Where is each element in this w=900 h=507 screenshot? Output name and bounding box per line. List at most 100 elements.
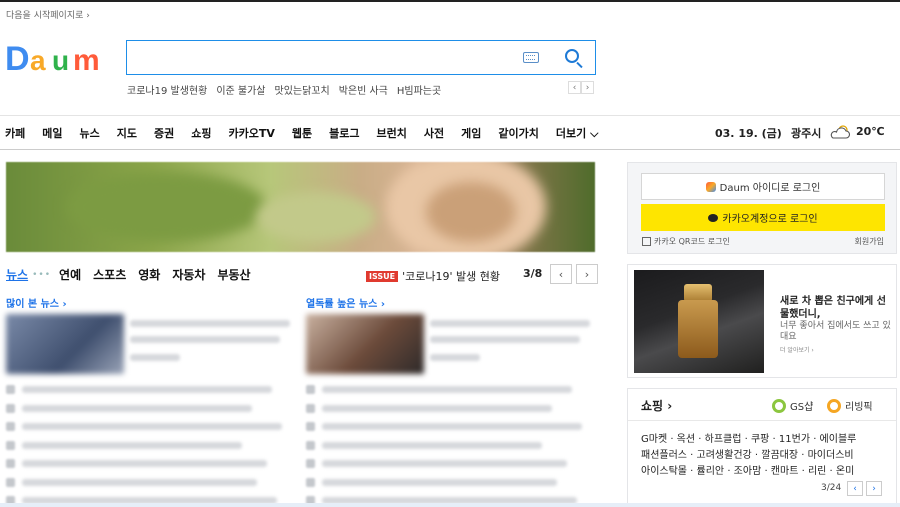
news-headline[interactable] bbox=[322, 478, 557, 486]
news-bullet bbox=[6, 477, 15, 487]
shopping-mall-row[interactable]: 패션플러스 · 고려생활건강 · 깔끔대장 · 마이더스비 bbox=[641, 446, 854, 461]
news-headline[interactable] bbox=[22, 441, 242, 449]
news-bullet bbox=[6, 440, 15, 450]
nav-item-game[interactable]: 게임 bbox=[461, 125, 481, 141]
trending-keyword[interactable]: 박은빈 사극 bbox=[339, 82, 388, 97]
news-bullet bbox=[306, 440, 315, 450]
signup-link[interactable]: 회원가입 bbox=[855, 236, 884, 247]
news-headline[interactable] bbox=[322, 423, 582, 430]
news-headline[interactable] bbox=[22, 386, 272, 393]
nav-item-cafe[interactable]: 카페 bbox=[5, 125, 25, 141]
most-commented-news-link[interactable]: 열독률 높은 뉴스 › bbox=[306, 295, 385, 310]
weather-city[interactable]: 광주시 bbox=[791, 125, 821, 141]
svg-text:D: D bbox=[5, 40, 30, 78]
shopping-prev-button[interactable]: ‹ bbox=[847, 481, 863, 496]
news-headline[interactable] bbox=[322, 460, 567, 467]
tab-news[interactable]: 뉴스 bbox=[6, 266, 28, 283]
nav-item-webtoon[interactable]: 웹툰 bbox=[292, 125, 312, 141]
news-headline[interactable] bbox=[130, 336, 280, 343]
daum-login-label: Daum 아이디로 로그인 bbox=[719, 183, 821, 194]
svg-text:m: m bbox=[73, 44, 100, 77]
shopping-next-button[interactable]: › bbox=[866, 481, 882, 496]
news-headline[interactable] bbox=[22, 460, 267, 467]
nav-item-dictionary[interactable]: 사전 bbox=[424, 125, 444, 141]
trending-nav: ‹ › bbox=[568, 81, 594, 94]
search-icon[interactable] bbox=[565, 49, 579, 63]
news-headline[interactable] bbox=[322, 404, 552, 412]
ad-title[interactable]: 새로 차 뽑은 친구에게 선물했더니, bbox=[780, 295, 892, 321]
trending-keyword[interactable]: 이준 불가살 bbox=[216, 82, 265, 97]
issue-nav: ‹ › bbox=[550, 264, 598, 284]
gs-shop-link[interactable]: GS샵 bbox=[772, 398, 813, 413]
tab-sports[interactable]: 스포츠 bbox=[93, 266, 126, 283]
qr-code-icon bbox=[642, 237, 651, 246]
nav-item-shopping[interactable]: 쇼핑 bbox=[191, 125, 211, 141]
trending-keyword[interactable]: 맛있는닭꼬치 bbox=[275, 82, 330, 97]
news-source bbox=[430, 354, 480, 361]
daum-d-icon bbox=[705, 181, 716, 192]
news-headline[interactable] bbox=[430, 336, 580, 343]
trending-keywords: 코로나19 발생현황 이준 불가살 맛있는닭꼬치 박은빈 사극 H빔파는곳 bbox=[127, 82, 441, 97]
trending-next-button[interactable]: › bbox=[581, 81, 594, 94]
news-headline[interactable] bbox=[130, 320, 290, 327]
nav-item-news[interactable]: 뉴스 bbox=[80, 125, 100, 141]
shopping-mall-row[interactable]: 아이스탁몰 · 률리안 · 조아맘 · 캔마트 · 리린 · 온미 bbox=[641, 462, 854, 477]
news-bullet bbox=[6, 422, 15, 431]
issue-page-count: 3/8 bbox=[523, 267, 543, 280]
side-ad[interactable]: 새로 차 뽑은 친구에게 선물했더니, 너무 좋아서 집에서도 쓰고 있대요 더… bbox=[627, 264, 897, 378]
nav-item-brunch[interactable]: 브런치 bbox=[377, 125, 407, 141]
tab-car[interactable]: 자동차 bbox=[172, 266, 205, 283]
shopping-title[interactable]: 쇼핑 › bbox=[641, 397, 672, 414]
top-banner-ad[interactable] bbox=[6, 162, 595, 252]
shopping-mall-row[interactable]: G마켓 · 옥션 · 하프클럽 · 쿠팡 · 11번가 · 에이블루 bbox=[641, 430, 856, 445]
kakao-login-button[interactable]: 카카오계정으로 로그인 bbox=[641, 204, 885, 231]
news-thumbnail[interactable] bbox=[306, 314, 424, 374]
news-headline[interactable] bbox=[22, 404, 252, 412]
news-headline[interactable] bbox=[322, 386, 572, 393]
nav-item-map[interactable]: 지도 bbox=[117, 125, 137, 141]
trending-prev-button[interactable]: ‹ bbox=[568, 81, 581, 94]
service-navbar: 카페 메일 뉴스 지도 증권 쇼핑 카카오TV 웹툰 블로그 브런치 사전 게임… bbox=[0, 115, 900, 150]
news-bullet bbox=[6, 403, 15, 413]
nav-item-more[interactable]: 더보기 ⌵ bbox=[556, 125, 599, 141]
news-headline[interactable] bbox=[22, 478, 257, 486]
news-bullet bbox=[6, 459, 15, 468]
set-start-page-link[interactable]: 다음을 시작페이지로 › bbox=[6, 8, 90, 21]
issue-text[interactable]: '코로나19' 발생 현황 bbox=[402, 268, 500, 284]
daum-login-button[interactable]: Daum 아이디로 로그인 bbox=[641, 173, 885, 200]
news-headline[interactable] bbox=[22, 423, 282, 430]
login-panel: Daum 아이디로 로그인 카카오계정으로 로그인 카카오 QR코드 로그인 회… bbox=[627, 162, 897, 254]
nav-item-kakaotv[interactable]: 카카오TV bbox=[229, 125, 275, 141]
gs-shop-icon bbox=[772, 398, 786, 413]
issue-next-button[interactable]: › bbox=[576, 264, 598, 284]
qr-login-link[interactable]: 카카오 QR코드 로그인 bbox=[642, 236, 730, 247]
nav-item-mail[interactable]: 메일 bbox=[42, 125, 62, 141]
trending-keyword[interactable]: H빔파는곳 bbox=[397, 82, 441, 97]
nav-item-blog[interactable]: 블로그 bbox=[329, 125, 359, 141]
shopping-panel: 쇼핑 › GS샵 리빙픽 G마켓 · 옥션 · 하프클럽 · 쿠팡 · 11번가… bbox=[627, 388, 897, 507]
news-bullet bbox=[306, 459, 315, 468]
gs-shop-label: GS샵 bbox=[790, 402, 814, 413]
tab-movie[interactable]: 영화 bbox=[138, 266, 160, 283]
living-pick-link[interactable]: 리빙픽 bbox=[827, 398, 873, 413]
ad-image[interactable] bbox=[634, 270, 764, 373]
news-headline[interactable] bbox=[430, 320, 590, 327]
tab-entertainment[interactable]: 연예 bbox=[59, 266, 81, 283]
news-headline[interactable] bbox=[322, 441, 542, 449]
most-viewed-news-link[interactable]: 많이 본 뉴스 › bbox=[6, 295, 67, 310]
keyboard-icon[interactable] bbox=[523, 52, 539, 63]
issue-prev-button[interactable]: ‹ bbox=[550, 264, 572, 284]
cloud-sun-icon bbox=[830, 125, 851, 139]
issue-headline[interactable]: ISSUE '코로나19' 발생 현황 bbox=[366, 268, 500, 284]
search-box[interactable] bbox=[126, 40, 596, 75]
news-thumbnail[interactable] bbox=[6, 314, 124, 374]
search-input[interactable] bbox=[135, 47, 505, 67]
tab-realestate[interactable]: 부동산 bbox=[217, 266, 250, 283]
daum-logo[interactable]: D a u m bbox=[5, 38, 111, 78]
nav-item-stock[interactable]: 증권 bbox=[154, 125, 174, 141]
trending-keyword[interactable]: 코로나19 발생현황 bbox=[127, 82, 207, 97]
ad-more-link[interactable]: 더 알아보기 › bbox=[780, 345, 814, 354]
nav-item-together[interactable]: 같이가치 bbox=[498, 125, 538, 141]
date-display: 03. 19. (금) bbox=[715, 127, 782, 140]
news-bullet bbox=[306, 422, 315, 431]
